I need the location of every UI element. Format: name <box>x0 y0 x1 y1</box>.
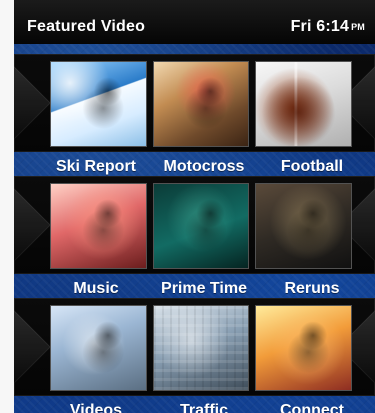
label-music[interactable]: Music <box>44 280 148 298</box>
traffic-thumbnail-overlay <box>153 306 249 390</box>
status-title: Featured Video <box>27 18 146 35</box>
tile-traffic[interactable] <box>152 305 250 391</box>
videos-thumbnail-overlay <box>51 306 146 390</box>
video-grid: Ski Report Motocross Football Music Prim… <box>14 44 375 413</box>
row-rail <box>14 298 375 396</box>
row-labels: Ski Report Motocross Football <box>44 158 364 176</box>
grid-row-3: Videos Traffic Connect <box>14 298 375 413</box>
tile-connect[interactable] <box>255 305 353 391</box>
music-thumbnail-overlay <box>51 184 146 268</box>
tile-prime-time[interactable] <box>152 183 250 269</box>
device-frame: Featured Video Fri 6:14 PM Ski Report Mo… <box>0 0 375 413</box>
football-thumbnail-overlay <box>256 62 352 146</box>
tile-music[interactable] <box>50 183 147 269</box>
status-time-text: Fri 6:14 <box>290 18 350 35</box>
row-labels: Videos Traffic Connect <box>44 402 364 413</box>
grid-row-2: Music Prime Time Reruns <box>14 176 375 298</box>
status-bar: Featured Video Fri 6:14 PM <box>14 0 375 44</box>
row-tiles <box>50 305 353 391</box>
connect-thumbnail-overlay <box>256 306 352 390</box>
tile-ski-report[interactable] <box>50 61 147 147</box>
tile-reruns[interactable] <box>255 183 353 269</box>
label-prime-time[interactable]: Prime Time <box>152 280 256 298</box>
status-time: Fri 6:14 PM <box>291 18 365 36</box>
label-videos[interactable]: Videos <box>44 402 148 413</box>
tile-videos[interactable] <box>50 305 147 391</box>
grid-row-1: Ski Report Motocross Football <box>14 54 375 176</box>
tile-motocross[interactable] <box>152 61 250 147</box>
row-tiles <box>50 61 353 147</box>
row-rail <box>14 54 375 152</box>
row-left-decoration <box>14 188 51 262</box>
label-traffic[interactable]: Traffic <box>152 402 256 413</box>
label-ski-report[interactable]: Ski Report <box>44 158 148 176</box>
label-motocross[interactable]: Motocross <box>152 158 256 176</box>
row-left-decoration <box>14 66 51 140</box>
tile-football[interactable] <box>255 61 353 147</box>
motocross-thumbnail-overlay <box>153 62 249 146</box>
prime-time-thumbnail-overlay <box>153 184 249 268</box>
label-football[interactable]: Football <box>260 158 364 176</box>
reruns-thumbnail-overlay <box>256 184 352 268</box>
ski-report-thumbnail-overlay <box>51 62 146 146</box>
row-left-decoration <box>14 310 51 384</box>
label-connect[interactable]: Connect <box>260 402 364 413</box>
row-tiles <box>50 183 353 269</box>
label-reruns[interactable]: Reruns <box>260 280 364 298</box>
row-labels: Music Prime Time Reruns <box>44 280 364 298</box>
row-rail <box>14 176 375 274</box>
screen: Featured Video Fri 6:14 PM Ski Report Mo… <box>14 0 375 413</box>
status-time-ampm: PM <box>351 22 365 32</box>
